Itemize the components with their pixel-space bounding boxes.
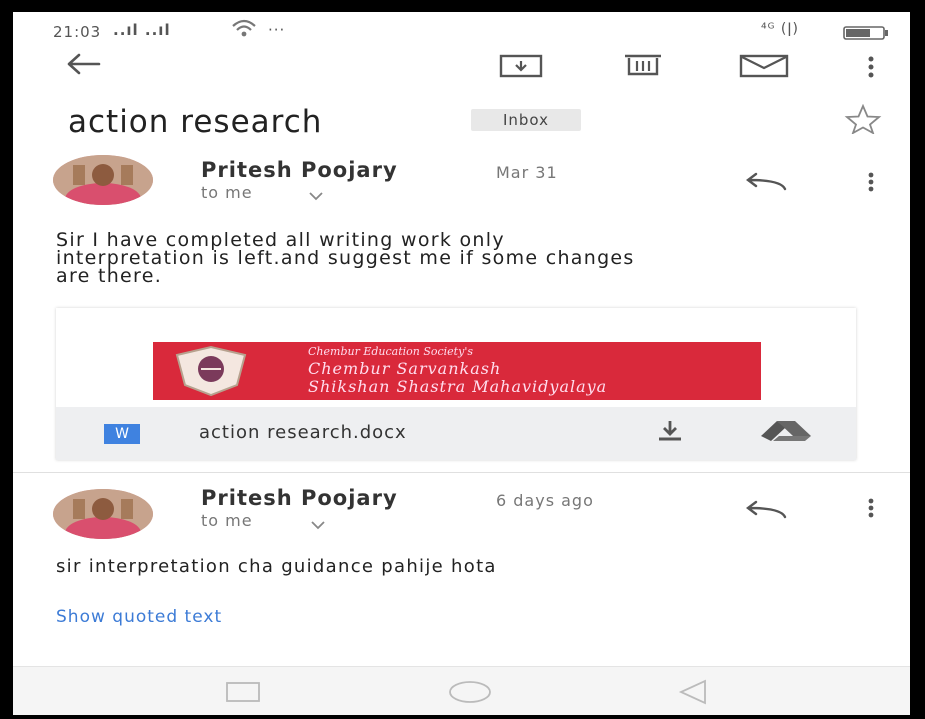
message-divider [13, 472, 910, 473]
star-icon[interactable] [843, 103, 883, 138]
word-doc-icon: W [104, 424, 140, 444]
message-more-icon[interactable] [867, 172, 875, 196]
thread-subject: action research [68, 104, 323, 140]
attachment-preview[interactable]: Chembur Education Society's Chembur Sarv… [153, 342, 761, 400]
banner-college-line1: Chembur Sarvankash [308, 359, 502, 378]
recents-icon[interactable] [225, 681, 261, 707]
phone-screen: 21:03 ..ıl ..ıl ··· ⁴ᴳ (ǀ) action resear… [13, 12, 910, 715]
college-logo-icon [173, 345, 249, 401]
signal-icon: ..ıl ..ıl [113, 21, 171, 39]
attachment-filename[interactable]: action research.docx [199, 422, 407, 443]
sender-name: Pritesh Poojary [201, 486, 398, 510]
avatar[interactable] [53, 155, 153, 205]
body-line: are there. [56, 265, 163, 287]
wifi-icon [231, 18, 257, 42]
reply-icon[interactable] [741, 500, 789, 526]
message-body: Sir I have completed all writing work on… [56, 231, 635, 287]
arrow-back-icon[interactable] [63, 52, 103, 80]
message-date: Mar 31 [496, 163, 558, 182]
attachment-bar[interactable]: W action research.docx [56, 407, 856, 460]
message-more-icon[interactable] [867, 498, 875, 522]
banner-college-line2: Shikshan Shastra Mahavidyalaya [308, 377, 608, 396]
navigation-bar [13, 666, 910, 715]
message-body: sir interpretation cha guidance pahije h… [56, 556, 497, 577]
download-icon[interactable] [656, 419, 684, 447]
chevron-down-icon[interactable] [311, 515, 325, 534]
more-status-icon: ··· [268, 21, 286, 39]
reply-icon[interactable] [741, 172, 789, 198]
home-icon[interactable] [447, 679, 493, 709]
inbox-label-badge[interactable]: Inbox [471, 109, 581, 131]
avatar[interactable] [53, 489, 153, 539]
recipient-label[interactable]: to me [201, 183, 253, 202]
battery-icon [843, 25, 889, 44]
status-time: 21:03 [53, 23, 102, 41]
trash-icon[interactable] [623, 52, 663, 82]
show-quoted-text-link[interactable]: Show quoted text [56, 607, 222, 627]
message-date: 6 days ago [496, 491, 594, 510]
attachment-card[interactable]: Chembur Education Society's Chembur Sarv… [56, 308, 856, 460]
nav-back-icon[interactable] [677, 679, 709, 709]
network-status: ⁴ᴳ (ǀ) [761, 21, 799, 37]
drive-icon[interactable] [759, 420, 813, 446]
sender-name: Pritesh Poojary [201, 158, 398, 182]
recipient-label[interactable]: to me [201, 511, 253, 530]
banner-society: Chembur Education Society's [308, 345, 473, 358]
archive-icon[interactable] [499, 54, 543, 82]
chevron-down-icon[interactable] [309, 186, 323, 205]
mail-icon[interactable] [739, 54, 789, 82]
more-vert-icon[interactable] [867, 56, 875, 82]
